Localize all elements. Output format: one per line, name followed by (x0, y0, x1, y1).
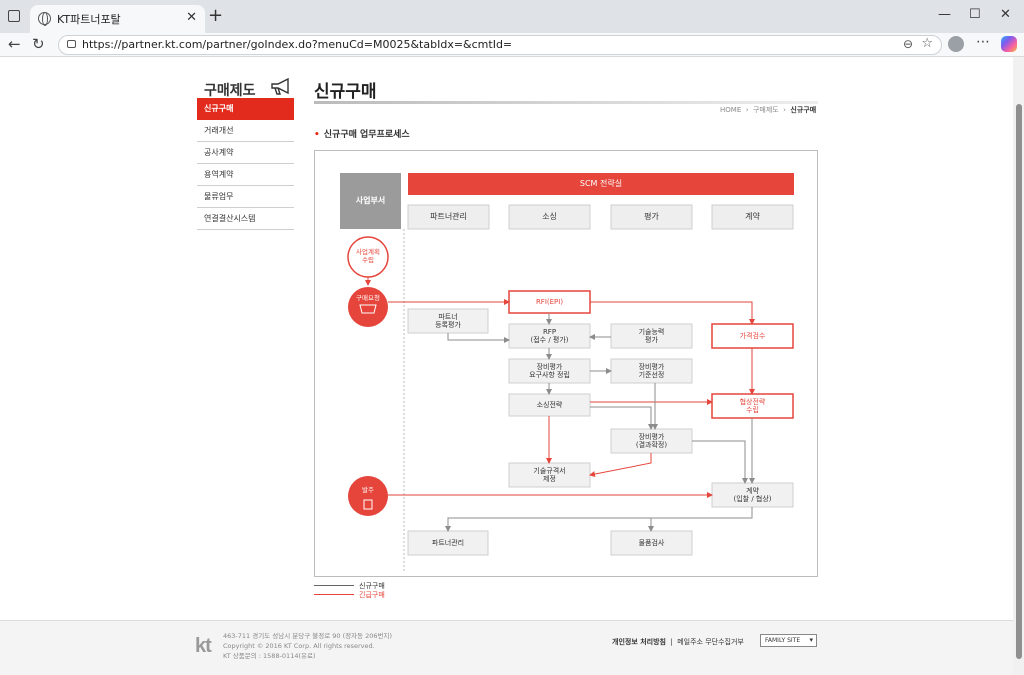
partner-mgmt-label: 파트너관리 (431, 539, 465, 547)
tab-title: KT파트너포탈 (57, 13, 121, 26)
favorite-star-icon[interactable]: ☆ (921, 36, 933, 51)
rfi-label: RFI(EPI) (535, 298, 564, 306)
back-icon[interactable]: ← (8, 35, 21, 53)
partner-reg-label: 파트너 등록평가 (435, 313, 461, 329)
scrollbar-thumb[interactable] (1016, 104, 1022, 659)
close-tab-icon[interactable]: ✕ (186, 10, 197, 25)
sidebar-item-settlement-system[interactable]: 연결결산시스템 (197, 208, 294, 230)
zoom-icon[interactable]: ⊖ (903, 37, 913, 51)
contract-label: 계약 (입찰 / 협상) (733, 487, 772, 503)
order-label: 발주 (362, 486, 374, 494)
inspection-label: 물품검사 (638, 539, 665, 547)
address-line: 463-711 경기도 성남시 분당구 불정로 90 (정자동 206번지) (223, 632, 393, 640)
header-evaluation-label: 평가 (644, 212, 659, 221)
price-check-label: 가격검수 (739, 332, 766, 340)
page-scrollbar[interactable] (1013, 57, 1024, 675)
window-close-icon[interactable]: ✕ (1000, 7, 1011, 22)
maximize-icon[interactable]: ☐ (969, 7, 981, 22)
sidebar-item-trade-improvement[interactable]: 거래개선 (197, 120, 294, 142)
privacy-policy-link[interactable]: 개인정보 처리방침 (612, 638, 666, 646)
profile-avatar[interactable] (948, 36, 964, 52)
contact-line: KT 상품문의 : 1588-0114(유료) (223, 652, 316, 660)
footer-links: 개인정보 처리방침 | 메일주소 무단수집거부 (612, 638, 744, 646)
process-diagram: .dt { position: absolute; font-size: 7px… (314, 150, 818, 577)
nego-strategy-label: 협상전략 수립 (739, 398, 766, 414)
sidebar-item-construction-contract[interactable]: 공사계약 (197, 142, 294, 164)
equip-result-label: 장비평가 (결과확정) (635, 433, 668, 449)
tech-eval-label: 기술능력 평가 (638, 328, 665, 344)
request-label: 구매요청 (356, 294, 380, 302)
sourcing-strategy-label: 소싱전략 (536, 401, 563, 409)
rfp-label: RFP (접수 / 평가) (530, 328, 569, 344)
page-title: 신규구매 (314, 82, 377, 102)
copyright-line: Copyright © 2016 KT Corp. All rights res… (223, 642, 375, 650)
sidebar-item-logistics[interactable]: 물류업무 (197, 186, 294, 208)
title-divider (314, 101, 818, 104)
footer: kt 463-711 경기도 성남시 분당구 불정로 90 (정자동 206번지… (0, 620, 1013, 675)
breadcrumb-section[interactable]: 구매제도 (753, 106, 779, 114)
url-text: https://partner.kt.com/partner/goIndex.d… (82, 38, 513, 51)
copilot-icon[interactable] (1001, 36, 1017, 52)
new-tab-icon[interactable]: + (208, 5, 223, 26)
browser-tab-bar: KT파트너포탈 ✕ + — ☐ ✕ (0, 0, 1024, 33)
chevron-down-icon: ▾ (809, 636, 813, 644)
plan-label: 사업계획 수립 (356, 248, 380, 264)
kt-logo: kt (195, 635, 212, 657)
more-menu-icon[interactable]: ⋯ (976, 34, 990, 50)
header-scm-label: SCM 전략실 (579, 179, 623, 188)
breadcrumb-current: 신규구매 (790, 106, 817, 114)
globe-icon (38, 12, 51, 26)
megaphone-icon (271, 78, 289, 95)
equip-req-label: 장비평가 요구사항 정립 (529, 363, 570, 379)
site-info-icon[interactable] (67, 40, 76, 48)
sidebar-item-service-contract[interactable]: 용역계약 (197, 164, 294, 186)
section-subtitle-text: 신규구매 업무프로세스 (323, 130, 410, 140)
section-subtitle: • 신규구매 업무프로세스 (314, 130, 410, 140)
family-site-label: FAMILY SITE (765, 637, 801, 644)
url-field[interactable]: https://partner.kt.com/partner/goIndex.d… (58, 35, 942, 55)
breadcrumb: HOME › 구매제도 › 신규구매 (720, 106, 817, 114)
equip-std-label: 장비평가 기준선정 (638, 363, 665, 379)
address-bar-row: ← ↻ https://partner.kt.com/partner/goInd… (0, 33, 1024, 57)
header-partner-mgmt-label: 파트너관리 (430, 212, 467, 221)
header-contract-label: 계약 (745, 212, 760, 221)
tab-actions-icon[interactable] (8, 10, 20, 22)
family-site-select[interactable]: FAMILY SITE ▾ (760, 634, 817, 647)
minimize-icon[interactable]: — (938, 7, 951, 22)
sidebar-item-new-purchase[interactable]: 신규구매 (197, 98, 294, 120)
header-dept-label: 사업부서 (355, 196, 386, 205)
reload-icon[interactable]: ↻ (32, 35, 45, 53)
sidebar: 구매제도 신규구매 거래개선 공사계약 용역계약 물류업무 연결결산시스템 (197, 72, 294, 230)
header-sourcing-label: 소싱 (542, 212, 557, 221)
browser-tab[interactable]: KT파트너포탈 ✕ (30, 5, 205, 33)
email-refusal-link[interactable]: 메일주소 무단수집거부 (677, 638, 744, 646)
footer-address: 463-711 경기도 성남시 분당구 불정로 90 (정자동 206번지) C… (223, 631, 392, 661)
legend-label-urgent: 긴급구매 (359, 591, 385, 599)
breadcrumb-home[interactable]: HOME (720, 106, 741, 114)
tech-spec-label: 기술규격서 제정 (533, 467, 566, 483)
